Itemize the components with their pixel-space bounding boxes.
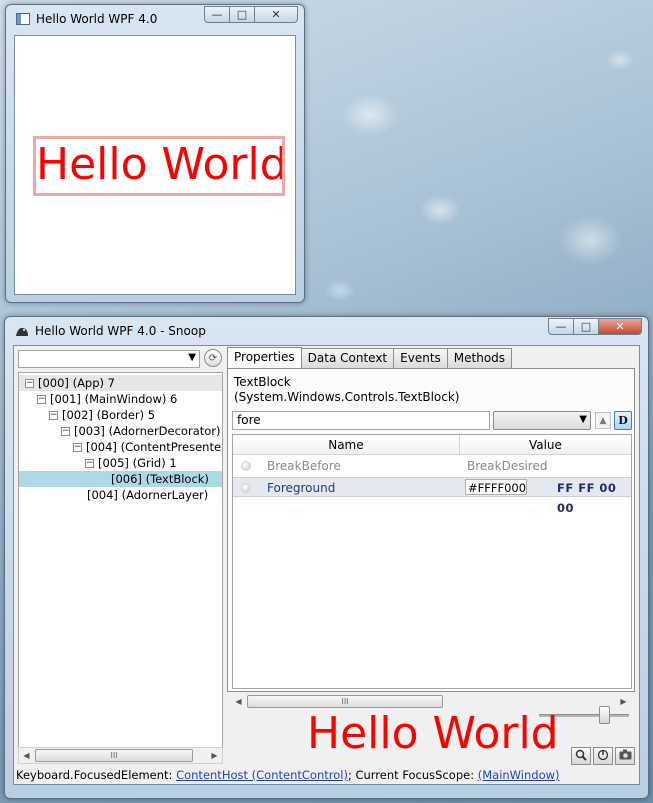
snoop-window: Hello World WPF 4.0 - Snoop — □ ✕ ▼ ⟳ −[…: [4, 316, 649, 799]
tree-item[interactable]: − [002] (Border) 5: [49, 407, 155, 423]
collapse-icon[interactable]: −: [49, 411, 58, 420]
caption-buttons: — □ ✕: [204, 6, 298, 23]
root-selector-combobox[interactable]: ▼: [18, 350, 200, 368]
tab-methods[interactable]: Methods: [446, 348, 513, 368]
window-title: Hello World WPF 4.0: [36, 12, 158, 26]
maximize-icon: □: [580, 320, 592, 333]
sort-up-icon: ▲: [599, 415, 607, 426]
minimize-icon: —: [555, 320, 567, 333]
scroll-right-icon[interactable]: ▶: [207, 748, 222, 763]
tree-item[interactable]: − [001] (MainWindow) 6: [37, 391, 177, 407]
property-name: BreakBefore: [267, 459, 341, 473]
scroll-left-icon[interactable]: ◀: [19, 748, 34, 763]
status-bar: Keyboard.FocusedElement: ContentHost (Co…: [16, 766, 639, 784]
window-client-area: Hello World: [14, 35, 296, 295]
tab-properties[interactable]: Properties: [227, 347, 302, 369]
focused-element-link[interactable]: ContentHost (ContentControl): [176, 768, 348, 782]
tab-events[interactable]: Events: [393, 348, 448, 368]
tree-item-label: [002] (Border) 5: [62, 408, 156, 422]
preview-text: Hello World: [307, 708, 559, 759]
tree-item-label: [000] (App) 7: [38, 376, 115, 390]
property-value-editor[interactable]: #FFFF0000: [465, 479, 527, 495]
property-filter-input[interactable]: fore: [232, 411, 490, 430]
scrollbar-thumb[interactable]: III: [35, 749, 193, 762]
type-short-name: TextBlock: [234, 375, 291, 389]
snoop-client-area: ▼ ⟳ − [000] (App) 7 − [001] (MainWindow) 6…: [13, 345, 640, 785]
tree-item-label: [006] (TextBlock): [111, 472, 209, 486]
power-button[interactable]: [593, 747, 613, 765]
camera-icon: [619, 749, 632, 763]
tree-item-label: [004] (ContentPresenter) 2: [86, 440, 223, 454]
property-row-selected[interactable]: Foreground #FFFF0000 FF FF 00 00: [233, 477, 631, 515]
tab-data-context[interactable]: Data Context: [300, 348, 395, 368]
magnify-button[interactable]: [571, 747, 591, 765]
tree-item-label: [001] (MainWindow) 6: [50, 392, 178, 406]
tree-item-selected[interactable]: [006] (TextBlock): [19, 471, 222, 487]
visual-tree[interactable]: − [000] (App) 7 − [001] (MainWindow) 6 − [0…: [18, 372, 223, 764]
snoop-minimize-button[interactable]: —: [548, 318, 574, 335]
collapse-icon[interactable]: −: [37, 395, 46, 404]
screenshot-button[interactable]: [615, 747, 635, 765]
snoop-caption-buttons: — □ ✕: [548, 318, 642, 335]
tree-item-label: [003] (AdornerDecorator) 4: [74, 424, 223, 438]
property-row[interactable]: BreakBefore BreakDesired: [233, 456, 631, 476]
snoop-window-title: Hello World WPF 4.0 - Snoop: [35, 324, 206, 338]
property-name: Foreground: [267, 481, 336, 495]
tree-item[interactable]: −[004] (ContentPresenter) 2: [73, 439, 223, 455]
column-header-name[interactable]: Name: [233, 435, 460, 455]
tree-item[interactable]: [004] (AdornerLayer): [87, 487, 208, 503]
close-icon: ✕: [271, 8, 281, 21]
type-full-name: (System.Windows.Controls.TextBlock): [234, 390, 460, 404]
close-button[interactable]: ✕: [255, 6, 298, 23]
collapse-icon[interactable]: −: [25, 379, 34, 388]
close-icon: ✕: [615, 320, 625, 333]
status-scope-label: ; Current FocusScope:: [347, 768, 478, 782]
status-focused-label: Keyboard.FocusedElement:: [16, 768, 177, 782]
preview-toolbar: [569, 747, 635, 765]
tree-item-label: [005] (Grid) 1: [98, 456, 177, 470]
property-value: BreakDesired: [467, 459, 548, 473]
slider-thumb[interactable]: [599, 706, 610, 724]
refresh-icon: ⟳: [208, 352, 218, 364]
focus-scope-link[interactable]: (MainWindow): [478, 768, 560, 782]
column-header-value[interactable]: Value: [459, 435, 631, 455]
property-status-icon: [241, 483, 251, 493]
property-filter-dropdown[interactable]: ▼: [493, 411, 591, 430]
argb-value-display: FF FF 00 00: [557, 481, 617, 515]
chevron-down-icon: ▼: [579, 414, 587, 425]
maximize-icon: □: [236, 8, 248, 21]
magnifier-icon: [575, 749, 587, 764]
grid-header: Name Value: [233, 435, 631, 455]
tree-item-label: [004] (AdornerLayer): [87, 488, 209, 502]
tree-item[interactable]: − [003] (AdornerDecorator) 4: [61, 423, 223, 439]
preview-area: Hello World: [227, 698, 637, 767]
refresh-tree-button[interactable]: ⟳: [204, 349, 222, 367]
tree-item[interactable]: − [000] (App) 7: [19, 375, 222, 391]
collapse-icon[interactable]: −: [61, 427, 70, 436]
details-pane: Properties Data Context Events Methods T…: [227, 347, 637, 767]
app-window-icon: [16, 13, 30, 25]
property-grid[interactable]: Name Value BreakBefore BreakDesired Fore…: [232, 434, 632, 689]
visual-tree-pane: ▼ ⟳ − [000] (App) 7 − [001] (MainWindow) 6…: [16, 348, 223, 764]
sort-button[interactable]: ▲: [595, 412, 611, 429]
snoop-close-button[interactable]: ✕: [599, 318, 642, 335]
chevron-down-icon: ▼: [188, 352, 196, 363]
tree-item[interactable]: − [005] (Grid) 1: [85, 455, 177, 471]
tree-horizontal-scrollbar[interactable]: ◀ III ▶: [18, 747, 223, 764]
snoop-logo-icon: [15, 325, 29, 337]
property-status-icon: [241, 461, 251, 471]
minimize-icon: —: [211, 8, 223, 21]
hello-world-textblock[interactable]: Hello World: [33, 136, 285, 196]
collapse-icon[interactable]: −: [73, 443, 82, 452]
show-defaults-toggle[interactable]: D: [614, 411, 632, 430]
maximize-button[interactable]: □: [230, 6, 255, 23]
hello-world-window: Hello World WPF 4.0 — □ ✕ Hello World: [5, 4, 305, 303]
tab-strip: Properties Data Context Events Methods: [227, 347, 513, 369]
selected-type-name: TextBlock (System.Windows.Controls.TextB…: [234, 375, 459, 405]
properties-panel: TextBlock (System.Windows.Controls.TextB…: [227, 368, 635, 692]
collapse-icon[interactable]: −: [85, 459, 94, 468]
power-icon: [597, 749, 609, 764]
minimize-button[interactable]: —: [204, 6, 230, 23]
snoop-maximize-button[interactable]: □: [574, 318, 599, 335]
